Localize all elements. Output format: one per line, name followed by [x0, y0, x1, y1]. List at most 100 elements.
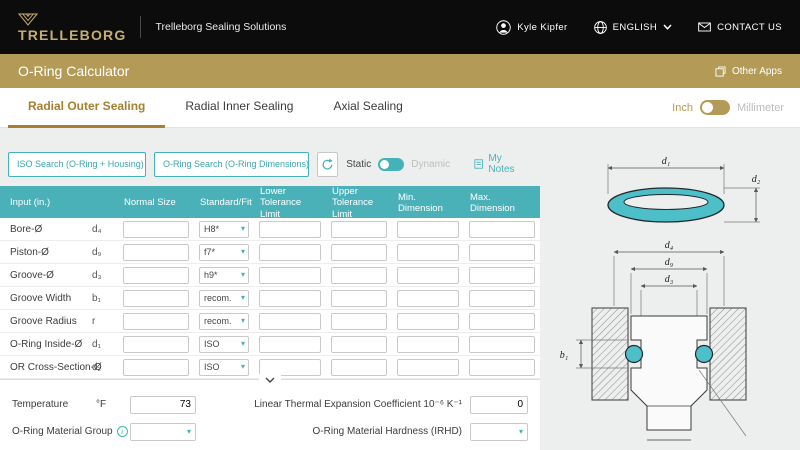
row-symbol: d₃ — [92, 270, 118, 281]
trelleborg-logo[interactable]: TRELLEBORG — [18, 13, 126, 42]
standard-fit-select[interactable]: recom.▾ — [199, 313, 249, 330]
max-dimension-input[interactable] — [469, 359, 535, 376]
standard-fit-select[interactable]: H8*▾ — [199, 221, 249, 238]
standard-fit-select[interactable]: h9*▾ — [199, 267, 249, 284]
upper-tolerance-input[interactable] — [331, 267, 387, 284]
other-apps-label: Other Apps — [732, 66, 782, 77]
row-label: Groove-Ø — [0, 270, 92, 281]
max-dimension-input[interactable] — [469, 336, 535, 353]
upper-tolerance-input[interactable] — [331, 290, 387, 307]
toolbar: ISO Search (O-Ring + Housing) ▸ O-Ring S… — [0, 128, 540, 186]
lower-tolerance-input[interactable] — [259, 290, 321, 307]
user-name: Kyle Kipfer — [517, 22, 567, 33]
row-label: OR Cross-Section-Ø — [0, 362, 92, 373]
min-dimension-input[interactable] — [397, 290, 459, 307]
app-bar: O-Ring Calculator Other Apps — [0, 54, 800, 88]
min-dimension-input[interactable] — [397, 313, 459, 330]
lower-tolerance-input[interactable] — [259, 359, 321, 376]
oring-search-button[interactable]: O-Ring Search (O-Ring Dimensions) ▸ — [154, 152, 308, 177]
upper-tolerance-input[interactable] — [331, 336, 387, 353]
upper-tolerance-input[interactable] — [331, 221, 387, 238]
table-footer-divider — [0, 379, 540, 389]
temperature-label: Temperature — [12, 399, 96, 410]
temperature-input[interactable] — [130, 396, 196, 414]
unit-inch-label: Inch — [672, 102, 693, 114]
max-dimension-input[interactable] — [469, 244, 535, 261]
lower-tolerance-input[interactable] — [259, 313, 321, 330]
standard-fit-select[interactable]: recom.▾ — [199, 290, 249, 307]
static-dynamic-toggle[interactable] — [378, 158, 404, 171]
oring-front-view — [608, 188, 724, 222]
oring-search-label: O-Ring Search (O-Ring Dimensions) — [155, 153, 308, 176]
caret-down-icon: ▾ — [241, 271, 245, 279]
table-row-groove-radius: Groove Radius r recom.▾ — [0, 310, 540, 333]
max-dimension-input[interactable] — [469, 313, 535, 330]
iso-search-button[interactable]: ISO Search (O-Ring + Housing) ▸ — [8, 152, 146, 177]
max-dimension-input[interactable] — [469, 221, 535, 238]
row-symbol: b₁ — [92, 293, 118, 304]
main-content: ISO Search (O-Ring + Housing) ▸ O-Ring S… — [0, 128, 800, 450]
min-dimension-input[interactable] — [397, 267, 459, 284]
normal-size-input[interactable] — [123, 221, 189, 238]
caret-down-icon: ▾ — [187, 427, 191, 436]
info-icon[interactable]: i — [117, 426, 128, 437]
normal-size-input[interactable] — [123, 336, 189, 353]
reset-button[interactable] — [317, 152, 339, 177]
other-apps-button[interactable]: Other Apps — [715, 66, 782, 77]
contact-us-link[interactable]: CONTACT US — [698, 22, 782, 33]
expansion-coefficient-input[interactable] — [470, 396, 528, 414]
upper-tolerance-input[interactable] — [331, 359, 387, 376]
standard-fit-select[interactable]: ISO ▾ — [199, 336, 249, 353]
language-menu[interactable]: ENGLISH — [594, 21, 673, 34]
min-dimension-input[interactable] — [397, 359, 459, 376]
normal-size-input[interactable] — [123, 359, 189, 376]
tab-radial-outer-sealing[interactable]: Radial Outer Sealing — [8, 88, 165, 128]
diagram-panel: d₁ d₂ d₄ d₉ d₃ — [540, 128, 800, 450]
caret-down-icon: ▾ — [241, 340, 245, 348]
table-row-groove: Groove-Ø d₃ h9*▾ — [0, 264, 540, 287]
mode-switch-group: Static Dynamic — [346, 158, 450, 171]
unit-toggle[interactable] — [700, 100, 730, 115]
material-hardness-select[interactable]: ▾ — [470, 423, 528, 441]
lower-tolerance-input[interactable] — [259, 336, 321, 353]
col-min-dimension: Min. Dimension — [392, 192, 464, 215]
max-dimension-input[interactable] — [469, 267, 535, 284]
standard-fit-select[interactable]: f7*▾ — [199, 244, 249, 261]
material-group-select[interactable]: ▾ — [130, 423, 196, 441]
normal-size-input[interactable] — [123, 313, 189, 330]
toggle-knob — [380, 160, 389, 169]
lower-tolerance-input[interactable] — [259, 244, 321, 261]
max-dimension-input[interactable] — [469, 290, 535, 307]
normal-size-input[interactable] — [123, 290, 189, 307]
col-normal-size: Normal Size — [118, 197, 194, 208]
normal-size-input[interactable] — [123, 267, 189, 284]
temperature-row: Temperature °F Linear Thermal Expansion … — [0, 391, 540, 418]
select-value: ISO — [204, 339, 220, 349]
unit-millimeter-label: Millimeter — [737, 102, 784, 114]
tab-radial-inner-sealing[interactable]: Radial Inner Sealing — [165, 88, 313, 128]
standard-fit-select[interactable]: ISO▾ — [199, 359, 249, 376]
min-dimension-input[interactable] — [397, 244, 459, 261]
row-symbol: d₂ — [92, 362, 118, 373]
collapse-toggle[interactable] — [259, 374, 281, 386]
my-notes-button[interactable]: My Notes — [474, 153, 524, 175]
normal-size-input[interactable] — [123, 244, 189, 261]
user-menu[interactable]: Kyle Kipfer — [496, 20, 567, 35]
row-symbol: d₉ — [92, 247, 118, 258]
min-dimension-input[interactable] — [397, 336, 459, 353]
tab-axial-sealing[interactable]: Axial Sealing — [313, 88, 422, 128]
col-upper-tolerance: Upper Tolerance Limit — [326, 186, 392, 220]
material-row: O-Ring Material Group i ▾ O-Ring Materia… — [0, 418, 540, 445]
piston-profile — [631, 316, 707, 430]
min-dimension-input[interactable] — [397, 221, 459, 238]
lower-tolerance-input[interactable] — [259, 221, 321, 238]
caret-down-icon: ▾ — [241, 248, 245, 256]
language-label: ENGLISH — [613, 22, 658, 33]
expansion-coefficient-label: Linear Thermal Expansion Coefficient 10⁻… — [254, 399, 462, 410]
dim-label-d4: d₄ — [665, 240, 674, 251]
notes-icon — [474, 158, 483, 170]
lower-tolerance-input[interactable] — [259, 267, 321, 284]
upper-tolerance-input[interactable] — [331, 313, 387, 330]
caret-down-icon: ▾ — [241, 317, 245, 325]
upper-tolerance-input[interactable] — [331, 244, 387, 261]
